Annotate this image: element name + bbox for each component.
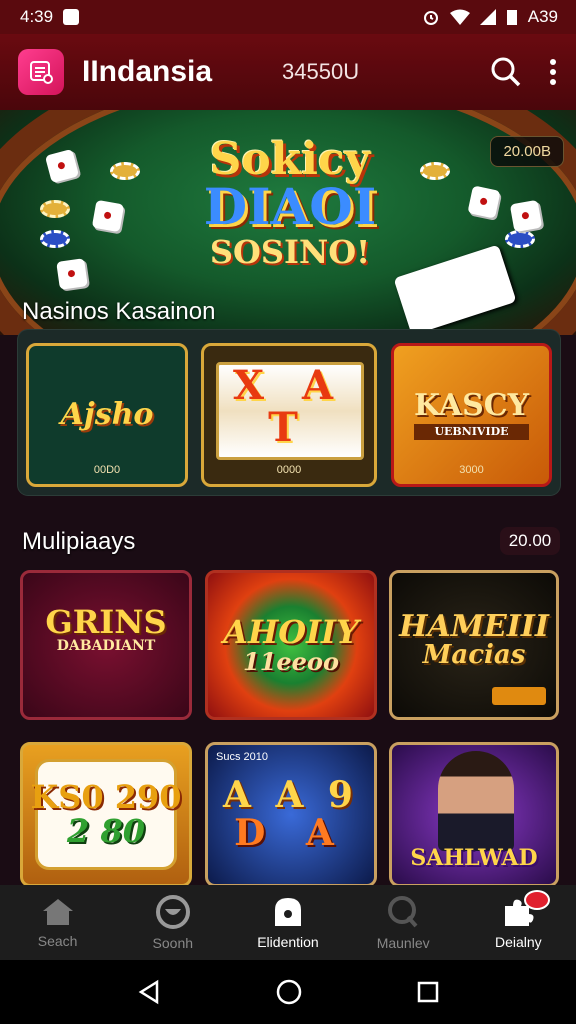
chip-icon (420, 162, 450, 180)
app-title: IIndansia (82, 55, 213, 88)
home-icon (42, 898, 73, 925)
game-card-label2: DABADIANT (56, 638, 156, 655)
bottom-nav: Seach Soonh Elidention Maunlev Deialny (0, 885, 576, 960)
game-card-grins[interactable]: GRINS DABADIANT (20, 570, 192, 720)
chip-icon (505, 230, 535, 248)
dice-icon (467, 185, 501, 219)
game-card-label: GRINS (45, 602, 167, 641)
app-bar: IIndansia 34550U (0, 34, 576, 110)
battery-icon (506, 10, 517, 25)
game-card-sub: 3000 (459, 464, 484, 476)
game-card-label: A A 9 (223, 773, 359, 816)
battery-text: A39 (527, 7, 558, 26)
notification-icon (63, 9, 80, 25)
nav-label: Maunlev (376, 934, 430, 951)
game-card-label: Ajsho (60, 397, 154, 433)
chat-icon (155, 894, 190, 929)
game-card-label: SAHLWAD (410, 844, 538, 871)
nav-item-maunlev[interactable]: Maunlev (353, 895, 453, 951)
nav-item-elidention[interactable]: Elidention (238, 896, 338, 950)
game-card-sub: 0000 (276, 464, 302, 476)
game-card-label: KASCY (413, 388, 530, 424)
alarm-icon (423, 11, 438, 25)
game-card-label: HAMEIII (399, 608, 549, 644)
nav-item-deialny[interactable]: Deialny (468, 889, 568, 950)
home-circle-icon[interactable] (276, 979, 302, 1005)
game-card-hameiii[interactable]: HAMEIII Macias (389, 570, 559, 720)
recents-icon[interactable] (417, 981, 439, 1003)
nav-label: Soonh (152, 934, 194, 951)
multi-count-badge: 20.00 (500, 527, 560, 555)
play-button[interactable] (492, 687, 546, 705)
nav-label: Deialny (494, 933, 542, 950)
chip-icon (40, 230, 70, 248)
back-icon[interactable] (137, 979, 161, 1005)
game-card-label: AHOIIY (223, 612, 359, 651)
hero-badge: 20.00B (490, 136, 564, 167)
game-card-ahoiiy[interactable]: AHOIIY 11eeoo (205, 570, 377, 720)
game-card-label2: Macias (422, 640, 526, 671)
dice-icon (509, 199, 543, 233)
section-title-kasino: Nasinos Kasainon (22, 298, 216, 325)
wifi-icon (449, 9, 470, 25)
hero-title-line2: DIAOI (203, 177, 377, 236)
hero-title-line3: SOSINO! (209, 233, 371, 271)
app-count: 34550U (282, 59, 360, 84)
game-card-slot[interactable]: X A T 0000 (201, 343, 377, 487)
chip-icon (110, 162, 140, 180)
game-card-ks0290[interactable]: KS0 290 2 80 (20, 742, 192, 887)
notification-badge (524, 889, 551, 910)
game-card-label2: UEBNIVIDE (413, 423, 530, 440)
game-card-label: X A T (233, 362, 345, 451)
search-icon[interactable] (490, 56, 522, 88)
nav-item-seach[interactable]: Seach (8, 897, 108, 949)
game-card-sub: 00D0 (93, 464, 121, 476)
nav-label: Elidention (257, 933, 319, 950)
section-title-multi: Mulipiaays (22, 528, 136, 555)
dice-icon (56, 258, 88, 290)
game-card-kascy[interactable]: KASCY UEBNIVIDE 3000 (391, 343, 552, 487)
more-options-icon[interactable] (548, 58, 558, 86)
status-time: 4:39 (20, 7, 54, 26)
game-card-label: KS0 290 (30, 777, 182, 816)
host-avatar (438, 751, 514, 851)
status-bar: 4:39 A39 (0, 0, 576, 34)
search-q-icon (388, 895, 418, 927)
game-card-sahlwad[interactable]: SAHLWAD (389, 742, 559, 887)
system-nav-bar (0, 960, 576, 1024)
hero-title: Sokicy DIAOI SOSINO! (190, 134, 390, 271)
chip-icon (40, 200, 70, 218)
game-card-corner: Sucs 2010 (216, 751, 268, 763)
app-logo-icon[interactable] (18, 49, 64, 95)
game-card-aa9[interactable]: Sucs 2010 A A 9 D A (205, 742, 377, 887)
nav-item-soonh[interactable]: Soonh (123, 894, 223, 951)
game-card-ajsho[interactable]: Ajsho 00D0 (26, 343, 188, 487)
lock-icon (274, 897, 301, 926)
game-card-label2: 11eeoo (243, 647, 339, 677)
hero-title-line1: Sokicy (209, 134, 371, 185)
nav-label: Seach (37, 932, 78, 949)
game-card-label2: D A (234, 811, 348, 854)
dice-icon (91, 199, 125, 233)
game-card-label2: 2 80 (67, 811, 145, 850)
signal-icon (479, 9, 496, 25)
